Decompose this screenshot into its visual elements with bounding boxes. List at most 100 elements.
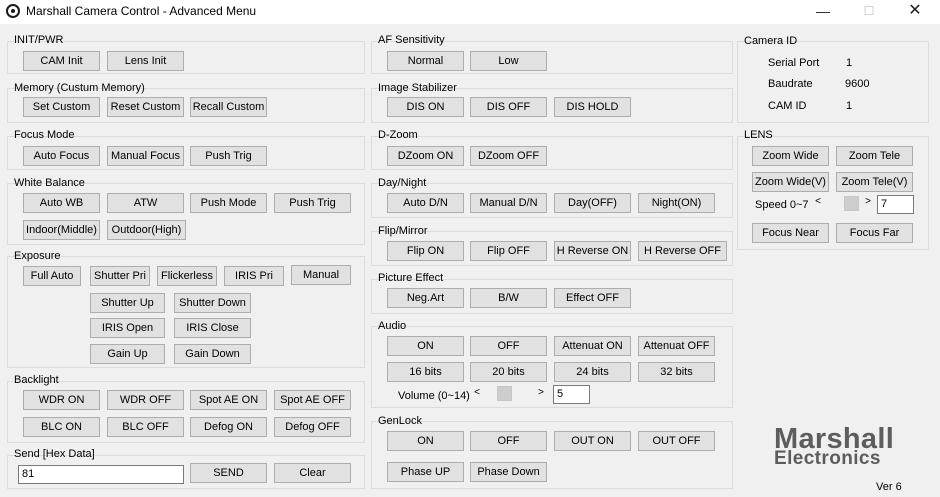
flip-on-button[interactable]: Flip ON	[387, 241, 464, 261]
af-low-button[interactable]: Low	[470, 51, 547, 71]
audio-off-button[interactable]: OFF	[470, 336, 547, 356]
focus-near-button[interactable]: Focus Near	[752, 223, 829, 243]
defog-off-button[interactable]: Defog OFF	[274, 417, 351, 437]
audio-title: Audio	[378, 320, 407, 332]
recall-custom-button[interactable]: Recall Custom	[190, 97, 267, 117]
baudrate-label: Baudrate	[768, 78, 813, 90]
set-custom-button[interactable]: Set Custom	[23, 97, 100, 117]
bits-24-button[interactable]: 24 bits	[554, 362, 631, 382]
spot-ae-off-button[interactable]: Spot AE OFF	[274, 390, 351, 410]
auto-wb-button[interactable]: Auto WB	[23, 193, 100, 213]
indoor-button[interactable]: Indoor(Middle)	[23, 220, 100, 240]
af-normal-button[interactable]: Normal	[387, 51, 464, 71]
genlock-off-button[interactable]: OFF	[470, 431, 547, 451]
blc-on-button[interactable]: BLC ON	[23, 417, 100, 437]
wb-push-trig-button[interactable]: Push Trig	[274, 193, 351, 213]
out-off-button[interactable]: OUT OFF	[638, 431, 715, 451]
clear-button[interactable]: Clear	[274, 463, 351, 483]
blc-off-button[interactable]: BLC OFF	[107, 417, 184, 437]
flickerless-button[interactable]: Flickerless	[157, 266, 217, 286]
volume-left-arrow-icon[interactable]: <	[472, 387, 482, 398]
dis-off-button[interactable]: DIS OFF	[470, 97, 547, 117]
bits-20-button[interactable]: 20 bits	[470, 362, 547, 382]
speed-slider-thumb[interactable]	[844, 196, 859, 211]
hex-data-input[interactable]: 81	[18, 465, 184, 484]
neg-art-button[interactable]: Neg.Art	[387, 288, 464, 308]
atw-button[interactable]: ATW	[107, 193, 184, 213]
focus-push-trig-button[interactable]: Push Trig	[190, 146, 267, 166]
dis-on-button[interactable]: DIS ON	[387, 97, 464, 117]
flip-off-button[interactable]: Flip OFF	[470, 241, 547, 261]
gain-up-button[interactable]: Gain Up	[90, 344, 165, 364]
zoom-tele-button[interactable]: Zoom Tele	[836, 146, 913, 166]
focus-mode-title: Focus Mode	[14, 129, 75, 141]
shutter-pri-button[interactable]: Shutter Pri	[90, 266, 150, 286]
shutter-up-button[interactable]: Shutter Up	[90, 293, 165, 313]
genlock-on-button[interactable]: ON	[387, 431, 464, 451]
attenuat-on-button[interactable]: Attenuat ON	[554, 336, 631, 356]
defog-on-button[interactable]: Defog ON	[190, 417, 267, 437]
dis-hold-button[interactable]: DIS HOLD	[554, 97, 631, 117]
iris-pri-button[interactable]: IRIS Pri	[224, 266, 284, 286]
maximize-button[interactable]: ☐	[846, 0, 892, 24]
bits-32-button[interactable]: 32 bits	[638, 362, 715, 382]
iris-close-button[interactable]: IRIS Close	[174, 318, 251, 338]
auto-dn-button[interactable]: Auto D/N	[387, 193, 464, 213]
electronics-logo: Electronics	[774, 448, 881, 469]
auto-focus-button[interactable]: Auto Focus	[23, 146, 100, 166]
reset-custom-button[interactable]: Reset Custom	[107, 97, 184, 117]
camera-id-group	[737, 41, 929, 123]
bw-button[interactable]: B/W	[470, 288, 547, 308]
gain-down-button[interactable]: Gain Down	[174, 344, 251, 364]
full-auto-button[interactable]: Full Auto	[23, 266, 81, 286]
night-on-button[interactable]: Night(ON)	[638, 193, 715, 213]
phase-up-button[interactable]: Phase UP	[387, 462, 464, 482]
zoom-wide-button[interactable]: Zoom Wide	[752, 146, 829, 166]
phase-down-button[interactable]: Phase Down	[470, 462, 547, 482]
iris-open-button[interactable]: IRIS Open	[90, 318, 165, 338]
spot-ae-on-button[interactable]: Spot AE ON	[190, 390, 267, 410]
manual-exposure-button[interactable]: Manual	[291, 265, 351, 285]
volume-input[interactable]: 5	[553, 385, 590, 404]
bits-16-button[interactable]: 16 bits	[387, 362, 464, 382]
focus-far-button[interactable]: Focus Far	[836, 223, 913, 243]
wdr-on-button[interactable]: WDR ON	[23, 390, 100, 410]
shutter-down-button[interactable]: Shutter Down	[174, 293, 251, 313]
volume-right-arrow-icon[interactable]: >	[536, 387, 546, 398]
volume-slider-thumb[interactable]	[497, 386, 512, 401]
baudrate-value: 9600	[845, 78, 870, 90]
white-balance-title: White Balance	[14, 177, 85, 189]
cam-init-button[interactable]: CAM Init	[23, 51, 100, 71]
outdoor-button[interactable]: Outdoor(High)	[107, 220, 186, 240]
h-reverse-on-button[interactable]: H Reverse ON	[554, 241, 631, 261]
lens-init-button[interactable]: Lens Init	[107, 51, 184, 71]
lens-title: LENS	[744, 129, 773, 141]
cam-id-label: CAM ID	[768, 100, 807, 112]
picture-effect-title: Picture Effect	[378, 272, 444, 284]
audio-on-button[interactable]: ON	[387, 336, 464, 356]
zoom-wide-v-button[interactable]: Zoom Wide(V)	[752, 172, 829, 192]
attenuat-off-button[interactable]: Attenuat OFF	[638, 336, 715, 356]
manual-dn-button[interactable]: Manual D/N	[470, 193, 547, 213]
dzoom-off-button[interactable]: DZoom OFF	[470, 146, 547, 166]
backlight-title: Backlight	[14, 374, 59, 386]
out-on-button[interactable]: OUT ON	[554, 431, 631, 451]
speed-input[interactable]: 7	[877, 195, 914, 214]
send-title: Send [Hex Data]	[14, 448, 95, 460]
manual-focus-button[interactable]: Manual Focus	[107, 146, 184, 166]
push-mode-button[interactable]: Push Mode	[190, 193, 267, 213]
effect-off-button[interactable]: Effect OFF	[554, 288, 631, 308]
zoom-tele-v-button[interactable]: Zoom Tele(V)	[836, 172, 913, 192]
init-pwr-title: INIT/PWR	[14, 34, 64, 46]
serial-port-value: 1	[846, 57, 853, 69]
speed-left-arrow-icon[interactable]: <	[813, 196, 823, 207]
h-reverse-off-button[interactable]: H Reverse OFF	[638, 241, 727, 261]
dzoom-on-button[interactable]: DZoom ON	[387, 146, 464, 166]
day-off-button[interactable]: Day(OFF)	[554, 193, 631, 213]
send-button[interactable]: SEND	[190, 463, 267, 483]
wdr-off-button[interactable]: WDR OFF	[107, 390, 184, 410]
speed-right-arrow-icon[interactable]: >	[863, 196, 873, 207]
close-button[interactable]: ✕	[892, 0, 938, 24]
app-camera-icon	[6, 4, 20, 18]
minimize-button[interactable]: —	[800, 0, 846, 24]
